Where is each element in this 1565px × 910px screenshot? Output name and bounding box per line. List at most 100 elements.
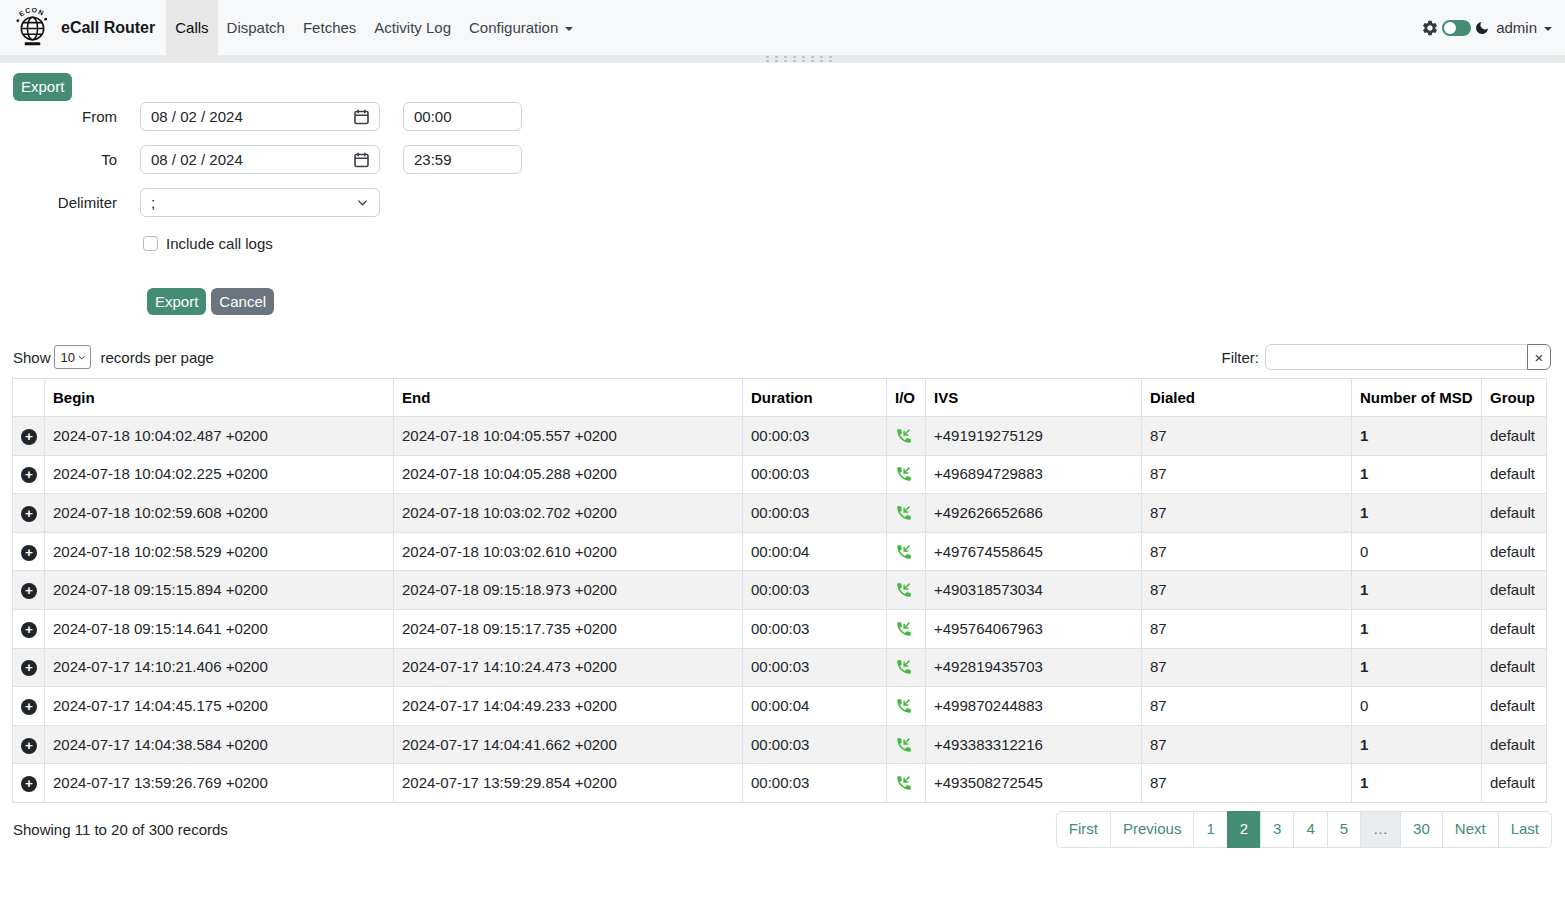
from-date-value: 08 / 02 / 2024 xyxy=(151,108,243,125)
cell-end: 2024-07-18 09:15:18.973 +0200 xyxy=(394,571,743,610)
page-next[interactable]: Next xyxy=(1442,811,1499,848)
cell-group: default xyxy=(1482,609,1547,648)
nav-item-label: Configuration xyxy=(469,19,558,36)
to-date-input[interactable]: 08 / 02 / 2024 xyxy=(140,145,380,174)
cell-duration: 00:00:03 xyxy=(743,609,887,648)
expand-row-button[interactable]: + xyxy=(21,776,37,792)
from-date-input[interactable]: 08 / 02 / 2024 xyxy=(140,102,380,131)
chevron-down-icon xyxy=(565,27,573,31)
nav-item-calls[interactable]: Calls xyxy=(166,0,217,55)
page-size-value: 10 xyxy=(61,350,75,365)
page-3[interactable]: 3 xyxy=(1260,811,1294,848)
expand-row-button[interactable]: + xyxy=(21,622,37,638)
svg-text:O: O xyxy=(31,8,37,14)
expand-row-button[interactable]: + xyxy=(21,429,37,445)
svg-text:C: C xyxy=(24,8,30,14)
expand-row-button[interactable]: + xyxy=(21,660,37,676)
filter-input[interactable] xyxy=(1265,344,1528,370)
cell-expand: + xyxy=(13,455,45,494)
table-row: +2024-07-18 10:02:59.608 +02002024-07-18… xyxy=(13,494,1547,533)
cell-dialed: 87 xyxy=(1142,764,1352,803)
cell-dialed: 87 xyxy=(1142,725,1352,764)
theme-toggle-switch[interactable] xyxy=(1442,20,1471,36)
page-30[interactable]: 30 xyxy=(1400,811,1443,848)
delimiter-select[interactable]: ; xyxy=(140,188,380,217)
dark-mode-moon-icon xyxy=(1474,20,1490,36)
cell-msd: 1 xyxy=(1352,455,1482,494)
user-menu[interactable]: admin xyxy=(1496,19,1552,36)
toggle-knob xyxy=(1444,22,1456,34)
page-ellipsis: … xyxy=(1360,811,1401,848)
table-footer: Showing 11 to 20 of 300 records FirstPre… xyxy=(0,811,1565,848)
delimiter-row: Delimiter ; xyxy=(13,188,1565,217)
splitter-bar[interactable] xyxy=(0,55,1565,63)
svg-text:N: N xyxy=(37,8,44,16)
expand-row-button[interactable]: + xyxy=(21,738,37,754)
to-time-input[interactable]: 23:59 xyxy=(403,145,522,174)
cell-expand: + xyxy=(13,725,45,764)
cell-end: 2024-07-18 09:15:17.735 +0200 xyxy=(394,609,743,648)
cell-group: default xyxy=(1482,532,1547,571)
page-5[interactable]: 5 xyxy=(1327,811,1361,848)
cell-begin: 2024-07-18 09:15:14.641 +0200 xyxy=(45,609,394,648)
page-4[interactable]: 4 xyxy=(1293,811,1327,848)
nav-item-fetches[interactable]: Fetches xyxy=(294,0,365,55)
table-row: +2024-07-18 10:04:02.487 +02002024-07-18… xyxy=(13,417,1547,456)
cell-end: 2024-07-18 10:04:05.288 +0200 xyxy=(394,455,743,494)
page-last[interactable]: Last xyxy=(1498,811,1552,848)
table-row: +2024-07-18 10:02:58.529 +02002024-07-18… xyxy=(13,532,1547,571)
page-size-select[interactable]: 10 xyxy=(54,345,91,369)
to-time-value: 23:59 xyxy=(414,151,452,168)
cell-begin: 2024-07-17 14:04:45.175 +0200 xyxy=(45,687,394,726)
cell-io xyxy=(887,764,926,803)
incoming-call-icon xyxy=(895,620,913,638)
page-1[interactable]: 1 xyxy=(1193,811,1227,848)
page-first[interactable]: First xyxy=(1056,811,1111,848)
clear-x-icon: × xyxy=(1535,349,1544,366)
cell-ivs: +496894729883 xyxy=(926,455,1142,494)
filter-label: Filter: xyxy=(1222,349,1260,366)
cell-end: 2024-07-17 14:04:41.662 +0200 xyxy=(394,725,743,764)
page-size-group: Show 10 records per page xyxy=(13,345,214,369)
cell-begin: 2024-07-17 14:10:21.406 +0200 xyxy=(45,648,394,687)
expand-row-button[interactable]: + xyxy=(21,506,37,522)
calendar-icon xyxy=(354,152,369,168)
cell-duration: 00:00:03 xyxy=(743,571,887,610)
from-time-input[interactable]: 00:00 xyxy=(403,102,522,131)
expand-row-button[interactable]: + xyxy=(21,583,37,599)
page-2[interactable]: 2 xyxy=(1227,811,1261,848)
col-header-expand xyxy=(13,379,45,417)
export-toggle-button[interactable]: Export xyxy=(13,73,72,101)
cell-begin: 2024-07-18 10:02:59.608 +0200 xyxy=(45,494,394,533)
incoming-call-icon xyxy=(895,774,913,792)
settings-gear-icon[interactable] xyxy=(1421,19,1439,37)
nav-item-label: Dispatch xyxy=(227,19,285,36)
cell-expand: + xyxy=(13,532,45,571)
chevron-down-icon xyxy=(78,353,86,362)
cell-duration: 00:00:03 xyxy=(743,764,887,803)
cell-begin: 2024-07-18 10:02:58.529 +0200 xyxy=(45,532,394,571)
cell-ivs: +499870244883 xyxy=(926,687,1142,726)
table-controls: Show 10 records per page Filter: × xyxy=(0,344,1565,370)
cancel-button[interactable]: Cancel xyxy=(211,288,274,315)
cell-msd: 1 xyxy=(1352,417,1482,456)
nav-item-activity-log[interactable]: Activity Log xyxy=(365,0,460,55)
include-logs-row: Include call logs xyxy=(143,232,1565,254)
expand-row-button[interactable]: + xyxy=(21,467,37,483)
include-call-logs-checkbox[interactable] xyxy=(143,236,158,251)
filter-clear-button[interactable]: × xyxy=(1527,344,1551,370)
page-previous[interactable]: Previous xyxy=(1110,811,1194,848)
expand-row-button[interactable]: + xyxy=(21,699,37,715)
cell-dialed: 87 xyxy=(1142,571,1352,610)
nav-item-dispatch[interactable]: Dispatch xyxy=(218,0,294,55)
records-per-page-label: records per page xyxy=(101,349,214,366)
table-row: +2024-07-17 13:59:26.769 +02002024-07-17… xyxy=(13,764,1547,803)
cell-end: 2024-07-18 10:03:02.610 +0200 xyxy=(394,532,743,571)
export-submit-button[interactable]: Export xyxy=(147,288,206,315)
nav-item-configuration[interactable]: Configuration xyxy=(460,0,582,55)
cell-end: 2024-07-17 13:59:29.854 +0200 xyxy=(394,764,743,803)
cell-begin: 2024-07-18 10:04:02.487 +0200 xyxy=(45,417,394,456)
cell-msd: 1 xyxy=(1352,571,1482,610)
expand-row-button[interactable]: + xyxy=(21,545,37,561)
cell-begin: 2024-07-18 09:15:15.894 +0200 xyxy=(45,571,394,610)
